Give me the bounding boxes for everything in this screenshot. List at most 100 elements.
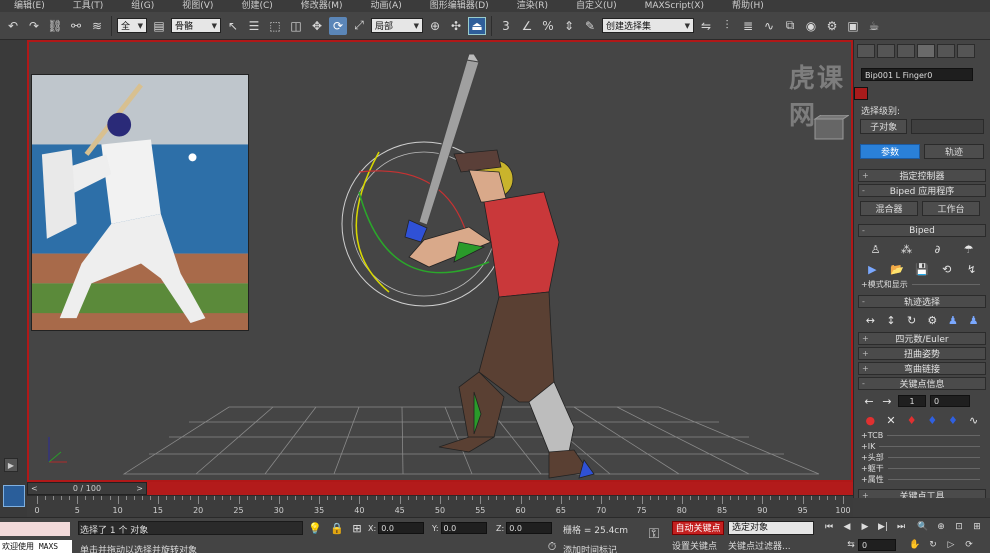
percent-snap-icon[interactable]: % xyxy=(539,17,557,35)
rollout-twist-poses[interactable]: + 扭曲姿势 xyxy=(858,347,986,360)
go-to-end-icon[interactable]: ⏭ xyxy=(894,521,908,534)
auto-key-button[interactable]: 自动关键点 xyxy=(672,521,724,535)
menu-customize[interactable]: 自定义(U) xyxy=(562,0,631,12)
bind-spacewarp-icon[interactable]: ≋ xyxy=(88,17,106,35)
current-frame-field[interactable]: 0 xyxy=(858,539,896,551)
next-frame-icon[interactable]: ▶| xyxy=(876,521,890,534)
time-slider-handle[interactable]: < 0 / 100 > xyxy=(27,482,147,495)
perspective-viewport[interactable]: 虎课网 xyxy=(27,40,853,482)
lock-cog-icon[interactable]: ⚙ xyxy=(925,313,939,327)
select-move-icon[interactable]: ✥ xyxy=(308,17,326,35)
key-mode-dropdown[interactable]: 选定对象 xyxy=(728,521,814,535)
footstep-mode-icon[interactable]: ⁂ xyxy=(900,242,914,256)
key-mode-toggle-icon[interactable]: ⇆ xyxy=(844,539,858,552)
angle-snap-icon[interactable]: ∠ xyxy=(518,17,536,35)
sub-object-dropdown[interactable] xyxy=(911,119,984,134)
play-icon[interactable]: ▶ xyxy=(858,521,872,534)
prev-key-icon[interactable]: ← xyxy=(862,394,876,408)
absolute-mode-icon[interactable]: ⊞ xyxy=(350,521,364,535)
maximize-viewport-icon[interactable]: ⊞ xyxy=(970,521,984,534)
undo-icon[interactable]: ↶ xyxy=(4,17,22,35)
curve-editor-icon[interactable]: ∿ xyxy=(760,17,778,35)
track-bar[interactable]: 0 5 10 15 20 25 30 35 40 45 50 55 60 65 70 75 80 85 90 95 10… xyxy=(27,495,853,517)
key-filters-button[interactable]: 关键点过滤器... xyxy=(728,539,791,552)
object-color-swatch[interactable] xyxy=(854,87,868,100)
body-rotation-icon[interactable]: ↻ xyxy=(905,313,919,327)
menu-maxscript[interactable]: MAXScript(X) xyxy=(631,0,718,12)
motion-tab-icon[interactable] xyxy=(917,44,935,58)
time-slider[interactable]: < 0 / 100 > xyxy=(27,482,853,495)
set-key-large-icon[interactable]: ⚿ xyxy=(642,526,666,546)
utilities-tab-icon[interactable] xyxy=(957,44,975,58)
pan-icon[interactable]: ✋ xyxy=(908,539,922,552)
rollout-biped-apps[interactable]: - Biped 应用程序 xyxy=(858,184,986,197)
tcb-section[interactable]: +TCB xyxy=(854,430,990,441)
menu-group[interactable]: 组(G) xyxy=(117,0,168,12)
prev-frame-icon[interactable]: ◀ xyxy=(840,521,854,534)
zoom-all-icon[interactable]: ⊕ xyxy=(934,521,948,534)
convert-icon[interactable]: ⟲ xyxy=(940,262,954,276)
viewport-layout-icon[interactable] xyxy=(3,485,25,507)
set-key-button[interactable]: 设置关键点 xyxy=(672,539,717,552)
material-editor-icon[interactable]: ◉ xyxy=(802,17,820,35)
mixer-mode-icon[interactable]: ☂ xyxy=(962,242,976,256)
load-file-icon[interactable]: 📂 xyxy=(890,262,904,276)
mirror-icon[interactable]: ⇋ xyxy=(697,17,715,35)
pivot-center-icon[interactable]: ⊕ xyxy=(426,17,444,35)
zoom-icon[interactable]: 🔍 xyxy=(916,521,930,534)
time-next-icon[interactable]: > xyxy=(136,483,143,494)
save-file-icon[interactable]: 💾 xyxy=(915,262,929,276)
menu-views[interactable]: 视图(V) xyxy=(168,0,227,12)
maxscript-listener-top[interactable] xyxy=(0,522,70,536)
walk-through-icon[interactable]: ⟳ xyxy=(962,539,976,552)
set-key-icon[interactable]: ● xyxy=(863,413,877,427)
motion-flow-icon[interactable]: ∂ xyxy=(931,242,945,256)
tab-parameters[interactable]: 参数 xyxy=(860,144,920,159)
expand-arrow-icon[interactable]: ▶ xyxy=(4,458,18,472)
render-setup-icon[interactable]: ⚙ xyxy=(823,17,841,35)
head-section[interactable]: +头部 xyxy=(854,452,990,463)
zoom-extents-icon[interactable]: ⊡ xyxy=(952,521,966,534)
key-number-spinner[interactable]: 1 xyxy=(898,395,926,407)
trajectory-icon[interactable]: ∿ xyxy=(967,413,981,427)
add-time-tag[interactable]: 添加时间标记 xyxy=(563,543,617,553)
time-prev-icon[interactable]: < xyxy=(31,483,38,494)
select-by-name-icon[interactable]: ☰ xyxy=(245,17,263,35)
mode-display-section[interactable]: +模式和显示 xyxy=(854,279,990,290)
key-time-spinner[interactable]: 0 xyxy=(930,395,970,407)
z-field[interactable]: 0.0 xyxy=(506,522,553,534)
redo-icon[interactable]: ↷ xyxy=(25,17,43,35)
rollout-key-info[interactable]: - 关键点信息 xyxy=(858,377,986,390)
orbit-icon[interactable]: ↻ xyxy=(926,539,940,552)
rollout-key-tools[interactable]: + 关键点工具 xyxy=(858,489,986,498)
menu-graph-editors[interactable]: 图形编辑器(D) xyxy=(416,0,503,12)
menu-animation[interactable]: 动画(A) xyxy=(357,0,416,12)
align-icon[interactable]: ⫶ xyxy=(718,17,736,35)
field-of-view-icon[interactable]: ▷ xyxy=(944,539,958,552)
delete-key-icon[interactable]: ✕ xyxy=(884,413,898,427)
rollout-track-selection[interactable]: - 轨迹选择 xyxy=(858,295,986,308)
hierarchy-tab-icon[interactable] xyxy=(897,44,915,58)
link-icon[interactable]: ⛓ xyxy=(46,17,64,35)
ref-coord-dropdown[interactable]: 局部 ▼ xyxy=(371,18,423,33)
filter-dropdown[interactable]: 全 ▼ xyxy=(117,18,147,33)
named-selection-sets-dropdown[interactable]: 创建选择集 ▼ xyxy=(602,18,694,33)
unlink-icon[interactable]: ⚯ xyxy=(67,17,85,35)
rect-select-icon[interactable]: ⬚ xyxy=(266,17,284,35)
menu-help[interactable]: 帮助(H) xyxy=(718,0,778,12)
select-manipulate-icon[interactable]: ✣ xyxy=(447,17,465,35)
menu-tools[interactable]: 工具(T) xyxy=(59,0,118,12)
y-field[interactable]: 0.0 xyxy=(440,522,487,534)
edit-named-sets-icon[interactable]: ✎ xyxy=(581,17,599,35)
body-horizontal-icon[interactable]: ↔ xyxy=(863,313,877,327)
select-rotate-icon[interactable]: ⟳ xyxy=(329,16,347,35)
set-planted-key-icon[interactable]: ♦ xyxy=(905,413,919,427)
layer-manager-icon[interactable]: ≣ xyxy=(739,17,757,35)
viewcube-icon[interactable] xyxy=(809,115,849,145)
figure-mode-icon[interactable]: ♙ xyxy=(869,242,883,256)
create-tab-icon[interactable] xyxy=(857,44,875,58)
keyboard-shortcut-override-icon[interactable]: ⏏ xyxy=(468,16,486,35)
opposite-icon[interactable]: ♟ xyxy=(967,313,981,327)
modify-tab-icon[interactable] xyxy=(877,44,895,58)
time-tag-icon[interactable]: ⏱ xyxy=(545,540,559,553)
